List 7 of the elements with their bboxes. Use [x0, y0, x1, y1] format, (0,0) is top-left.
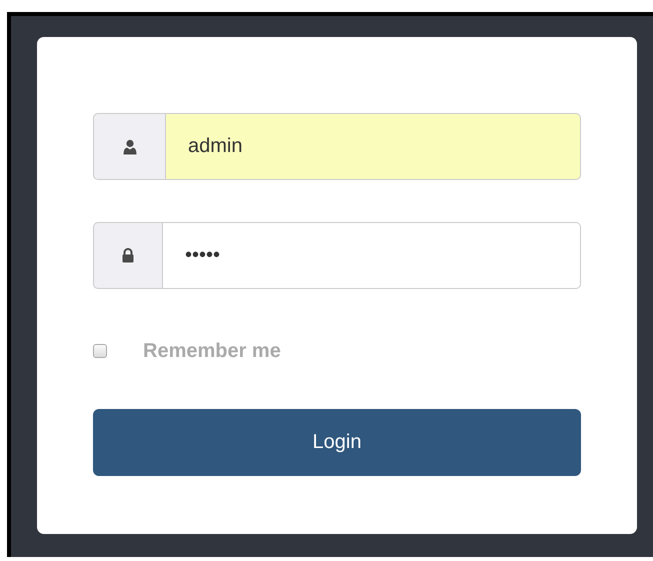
remember-checkbox[interactable] [93, 344, 107, 358]
password-field[interactable]: ••••• [162, 222, 581, 289]
user-icon [122, 138, 136, 154]
lock-icon [122, 248, 134, 263]
username-field[interactable]: admin [165, 113, 581, 180]
login-button[interactable]: Login [93, 409, 581, 476]
remember-label: Remember me [143, 340, 281, 362]
